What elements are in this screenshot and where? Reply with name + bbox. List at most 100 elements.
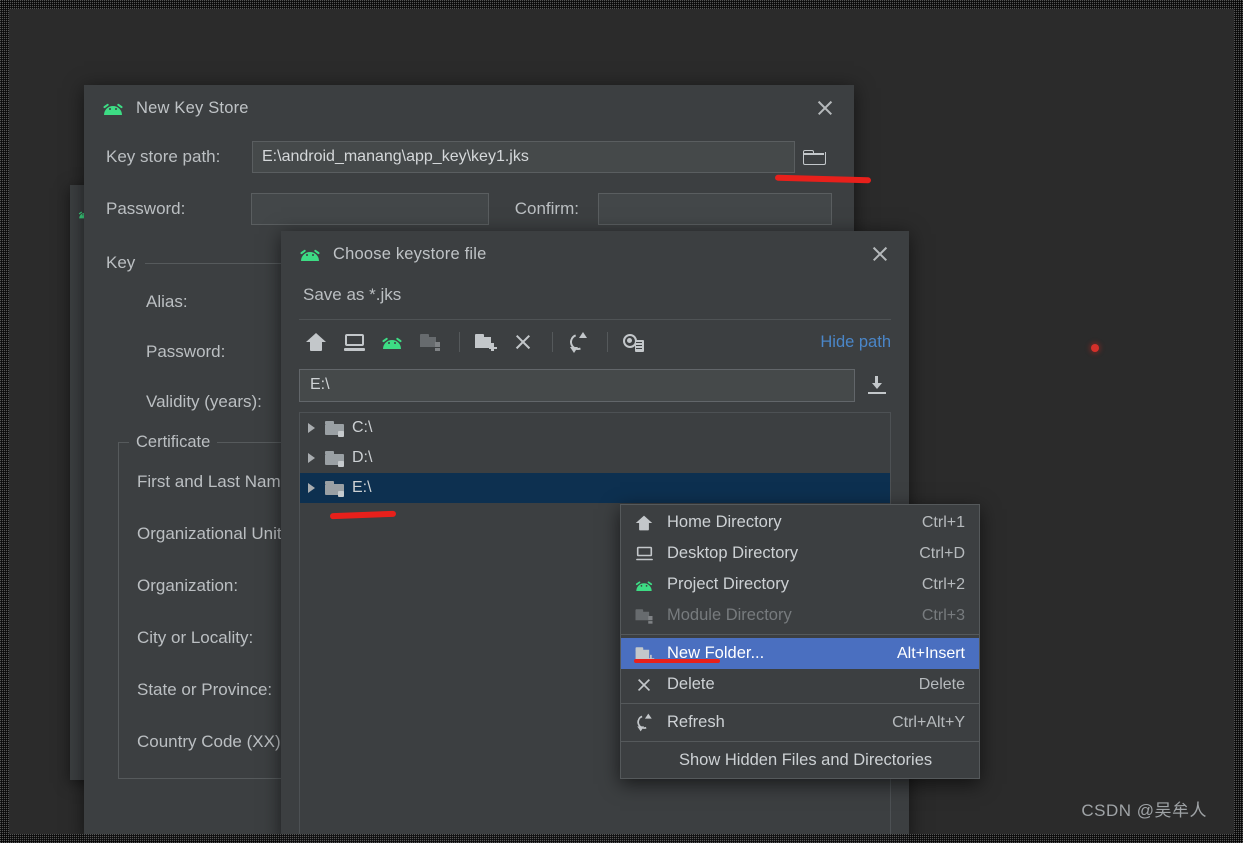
menu-item-label: Home Directory [667,513,782,531]
alias-label: Alias: [146,292,188,311]
tree-item-d-drive[interactable]: D:\ [300,443,890,473]
save-as-hint: Save as *.jks [303,285,402,304]
organizational-unit-label: Organizational Unit: [137,524,287,543]
menu-item-label: Show Hidden Files and Directories [679,751,933,769]
folder-icon [325,420,344,437]
close-icon[interactable] [865,239,895,269]
city-or-locality-label: City or Locality: [137,628,254,647]
validity-label: Validity (years): [146,392,262,411]
country-code-label: Country Code (XX): [137,732,286,751]
menu-item-refresh[interactable]: Refresh Ctrl+Alt+Y [621,707,979,738]
tree-item-label: E:\ [352,479,372,496]
file-chooser-toolbar: Hide path [281,320,909,364]
refresh-button[interactable] [561,327,595,357]
menu-item-shortcut: Alt+Insert [896,644,965,662]
screenshot-root: New Key Store Key store path: E:\android… [0,0,1243,843]
key-store-path-label: Key store path: [106,147,221,166]
menu-separator [621,703,979,704]
menu-item-project-directory[interactable]: Project Directory Ctrl+2 [621,569,979,600]
home-directory-button[interactable] [299,327,333,357]
android-icon [635,579,654,591]
browse-keystore-button[interactable] [794,142,832,172]
hide-path-link[interactable]: Hide path [820,333,891,352]
path-input[interactable]: E:\ [299,368,855,402]
tree-item-label: C:\ [352,419,373,436]
tree-item-e-drive[interactable]: E:\ [300,473,890,503]
menu-item-label: Refresh [667,713,725,731]
menu-item-show-hidden-files[interactable]: Show Hidden Files and Directories [621,745,979,776]
menu-item-label: Desktop Directory [667,544,799,562]
android-icon [102,101,124,115]
path-history-button[interactable] [863,371,891,399]
menu-item-label: Module Directory [667,606,792,624]
home-icon [306,333,326,351]
close-icon[interactable] [810,93,840,123]
close-x-icon [636,677,651,692]
key-store-path-input[interactable]: E:\android_manang\app_key\key1.jks [252,141,795,173]
new-folder-icon [474,334,497,352]
delete-button[interactable] [506,327,540,357]
toolbar-separator [552,332,553,352]
menu-item-delete[interactable]: Delete Delete [621,669,979,700]
project-directory-button[interactable] [375,327,409,357]
desktop-directory-button[interactable] [337,327,371,357]
monitor-icon [635,546,653,561]
android-icon [299,247,321,261]
key-store-path-row: Key store path: E:\android_manang\app_ke… [84,131,854,183]
tree-item-label: D:\ [352,449,373,466]
password-input[interactable] [250,193,489,225]
menu-item-desktop-directory[interactable]: Desktop Directory Ctrl+D [621,538,979,569]
red-dot [1091,344,1099,352]
chevron-right-icon[interactable] [308,483,315,493]
folder-icon [325,480,344,497]
module-directory-button [413,327,447,357]
menu-item-label: Project Directory [667,575,789,593]
toolbar-separator [459,332,460,352]
file-chooser-context-menu: Home Directory Ctrl+1 Desktop Directory … [620,504,980,779]
path-row: E:\ [281,364,909,406]
menu-item-shortcut: Ctrl+1 [921,513,965,531]
menu-item-shortcut: Ctrl+3 [921,606,965,624]
chevron-right-icon[interactable] [308,423,315,433]
new-key-store-titlebar[interactable]: New Key Store [84,85,854,131]
certificate-legend: Certificate [136,433,211,451]
new-folder-button[interactable] [468,327,502,357]
choose-keystore-titlebar[interactable]: Choose keystore file [281,231,909,277]
show-hidden-button[interactable] [616,327,650,357]
tree-item-c-drive[interactable]: C:\ [300,413,890,443]
screen-border-left [0,0,9,843]
refresh-icon [566,330,589,353]
screen-border-right [1234,0,1243,843]
key-section-label: Key [106,253,136,272]
confirm-input[interactable] [597,193,832,225]
refresh-icon [634,713,653,732]
menu-item-label: Delete [667,675,715,693]
key-password-label: Password: [146,342,226,361]
organization-label: Organization: [137,576,239,595]
chevron-right-icon[interactable] [308,453,315,463]
menu-separator [621,741,979,742]
module-folder-icon [635,608,653,624]
menu-item-new-folder[interactable]: New Folder... Alt+Insert [621,638,979,669]
close-x-icon [514,333,532,351]
watermark: CSDN @吴牟人 [1081,801,1207,820]
screen-border-bottom [0,834,1243,843]
hidden-files-icon [622,333,644,352]
monitor-icon [343,333,365,351]
folder-icon [325,450,344,467]
password-confirm-row: Password: Confirm: [84,183,854,235]
choose-keystore-title: Choose keystore file [333,244,487,263]
android-icon [381,335,403,349]
home-icon [635,515,653,530]
menu-separator [621,634,979,635]
menu-item-module-directory: Module Directory Ctrl+3 [621,600,979,631]
menu-item-home-directory[interactable]: Home Directory Ctrl+1 [621,507,979,538]
first-and-last-name-label: First and Last Name: [137,472,295,491]
screen-border-top [0,0,1243,9]
red-underline-new-folder [634,659,720,663]
folder-open-icon [802,149,826,165]
menu-item-shortcut: Ctrl+Alt+Y [892,713,965,731]
menu-item-shortcut: Ctrl+2 [921,575,965,593]
new-key-store-title: New Key Store [136,98,249,117]
state-or-province-label: State or Province: [137,680,273,699]
